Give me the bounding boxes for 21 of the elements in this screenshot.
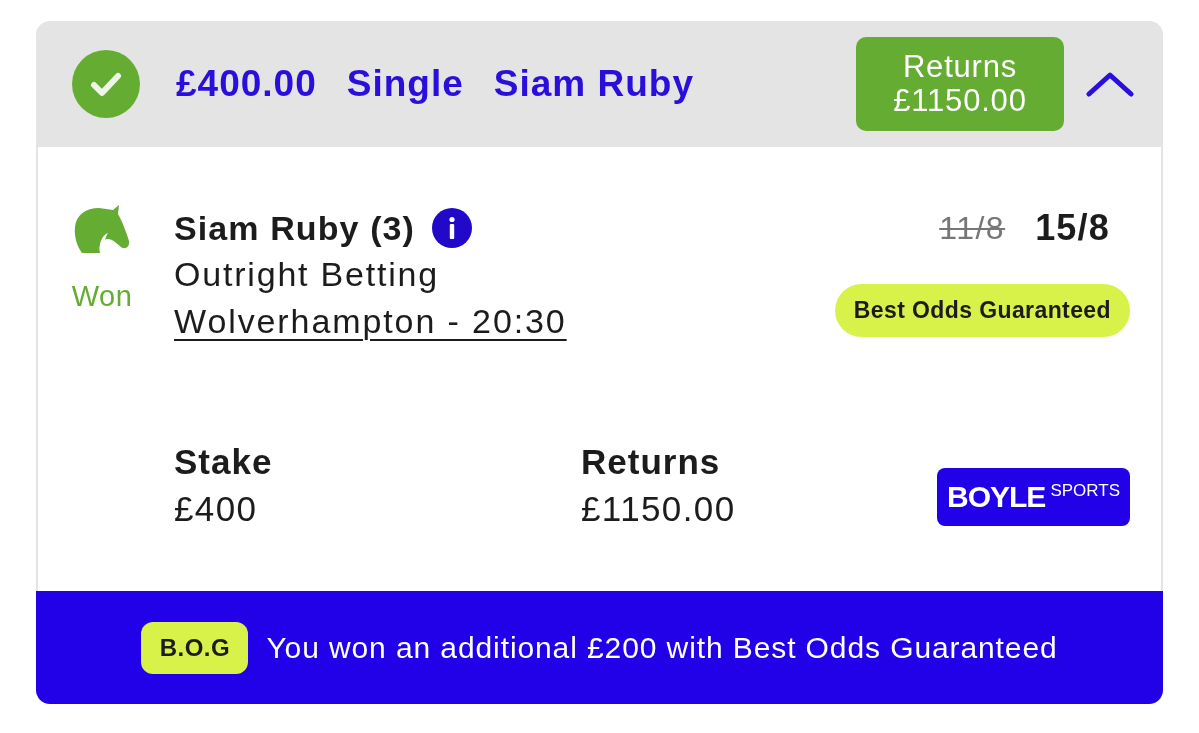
bet-type: Single (346, 63, 464, 105)
stake-amount: £400.00 (176, 63, 317, 105)
summary-label: Returns (581, 441, 721, 483)
runner-name: Siam Ruby (3) (174, 208, 415, 249)
summary-value: £1150.00 (581, 488, 736, 530)
selection-name: Siam Ruby (493, 63, 694, 105)
result-label: Won (71, 281, 133, 311)
banner-message: You won an additional £200 with Best Odds Guaranteed (266, 630, 1058, 665)
logo-subtitle: SPORTS (1050, 482, 1120, 499)
chevron-up-icon[interactable] (1086, 71, 1134, 97)
current-odds: 15/8 (1035, 206, 1110, 250)
previous-odds: 11/8 (939, 209, 1006, 248)
summary-value: £400 (174, 488, 258, 530)
logo-wordmark: BOYLE (947, 482, 1046, 512)
bog-badge: B.O.G (141, 621, 249, 674)
summary-label: Stake (174, 441, 273, 483)
info-icon[interactable] (432, 208, 472, 248)
market-name: Outright Betting (174, 254, 441, 295)
horse-head-icon (74, 205, 130, 253)
event-link[interactable]: Wolverhampton - 20:30 (174, 299, 567, 343)
best-odds-badge: Best Odds Guaranteed (834, 284, 1130, 337)
